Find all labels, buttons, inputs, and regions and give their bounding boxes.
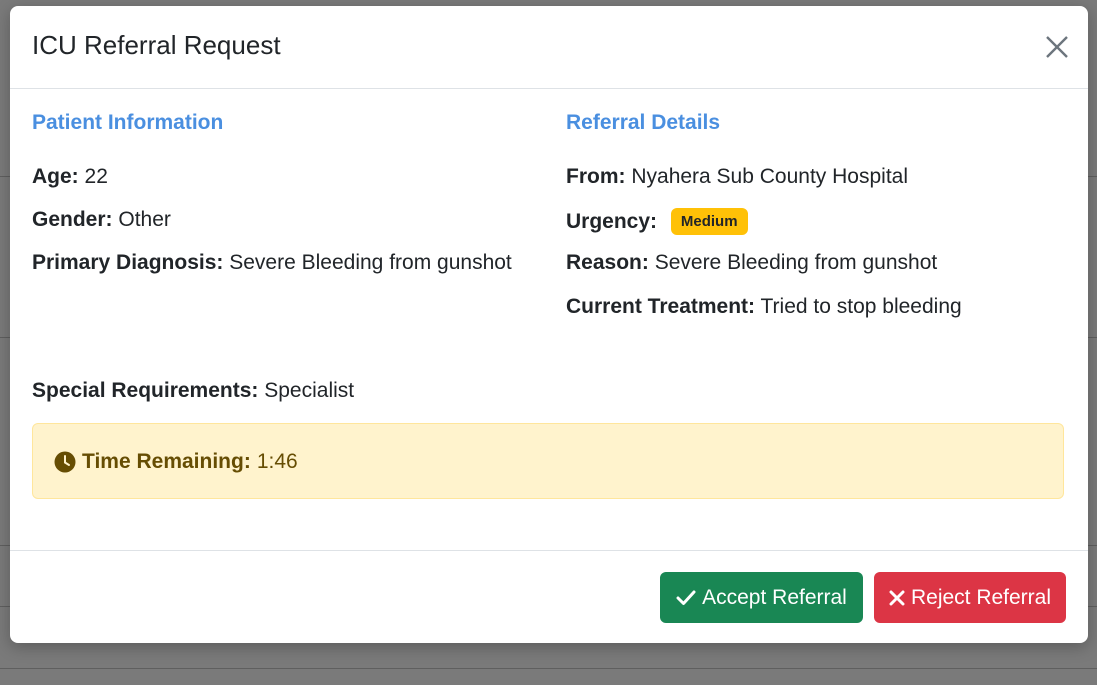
urgency-label: Urgency: [566, 210, 658, 233]
diagnosis-row: Primary Diagnosis: Severe Bleeding from … [32, 251, 512, 275]
clock-icon [54, 451, 76, 473]
time-remaining-value: 1:46 [256, 450, 298, 473]
modal-title: ICU Referral Request [32, 30, 281, 60]
check-icon [676, 590, 696, 605]
diagnosis-label: Primary Diagnosis: [32, 251, 224, 274]
special-requirements-row: Special Requirements: Specialist [32, 379, 354, 403]
referral-details-heading: Referral Details [566, 111, 721, 134]
reason-label: Reason: [566, 251, 649, 274]
age-row: Age: 22 [32, 165, 108, 189]
age-label: Age: [32, 165, 79, 188]
gender-row: Gender: Other [32, 208, 171, 232]
reason-row: Reason: Severe Bleeding from gunshot [566, 251, 937, 275]
reason-value: Severe Bleeding from gunshot [654, 251, 938, 274]
reject-referral-button[interactable]: Reject Referral [874, 572, 1066, 623]
patient-info-heading: Patient Information [32, 111, 224, 134]
urgency-row: Urgency: Medium [566, 208, 748, 235]
modal-body: Patient Information Age: 22 Gender: Othe… [10, 89, 1088, 549]
accept-referral-label: Accept Referral [702, 585, 847, 609]
time-remaining-alert: Time Remaining: 1:46 [32, 423, 1064, 499]
accept-referral-button[interactable]: Accept Referral [660, 572, 863, 623]
time-remaining-label: Time Remaining: [82, 450, 251, 473]
special-requirements-label: Special Requirements: [32, 379, 259, 402]
time-remaining-content: Time Remaining: 1:46 [54, 450, 298, 474]
background-divider [0, 668, 1097, 669]
treatment-row: Current Treatment: Tried to stop bleedin… [566, 295, 962, 319]
x-icon [889, 590, 905, 605]
from-value: Nyahera Sub County Hospital [631, 165, 908, 188]
urgency-badge: Medium [670, 208, 748, 235]
age-value: 22 [84, 165, 108, 188]
reject-referral-label: Reject Referral [910, 585, 1052, 609]
referral-modal: ICU Referral Request Patient Information… [10, 6, 1088, 643]
modal-footer: Accept Referral Reject Referral [10, 550, 1088, 643]
treatment-label: Current Treatment: [566, 295, 756, 318]
gender-label: Gender: [32, 208, 113, 231]
close-icon [1046, 36, 1068, 58]
special-requirements-value: Specialist [264, 379, 355, 402]
close-button[interactable] [1040, 30, 1074, 64]
gender-value: Other [118, 208, 171, 231]
treatment-value: Tried to stop bleeding [760, 295, 962, 318]
modal-header: ICU Referral Request [10, 6, 1088, 89]
from-label: From: [566, 165, 626, 188]
diagnosis-value: Severe Bleeding from gunshot [229, 251, 512, 274]
from-row: From: Nyahera Sub County Hospital [566, 165, 908, 189]
